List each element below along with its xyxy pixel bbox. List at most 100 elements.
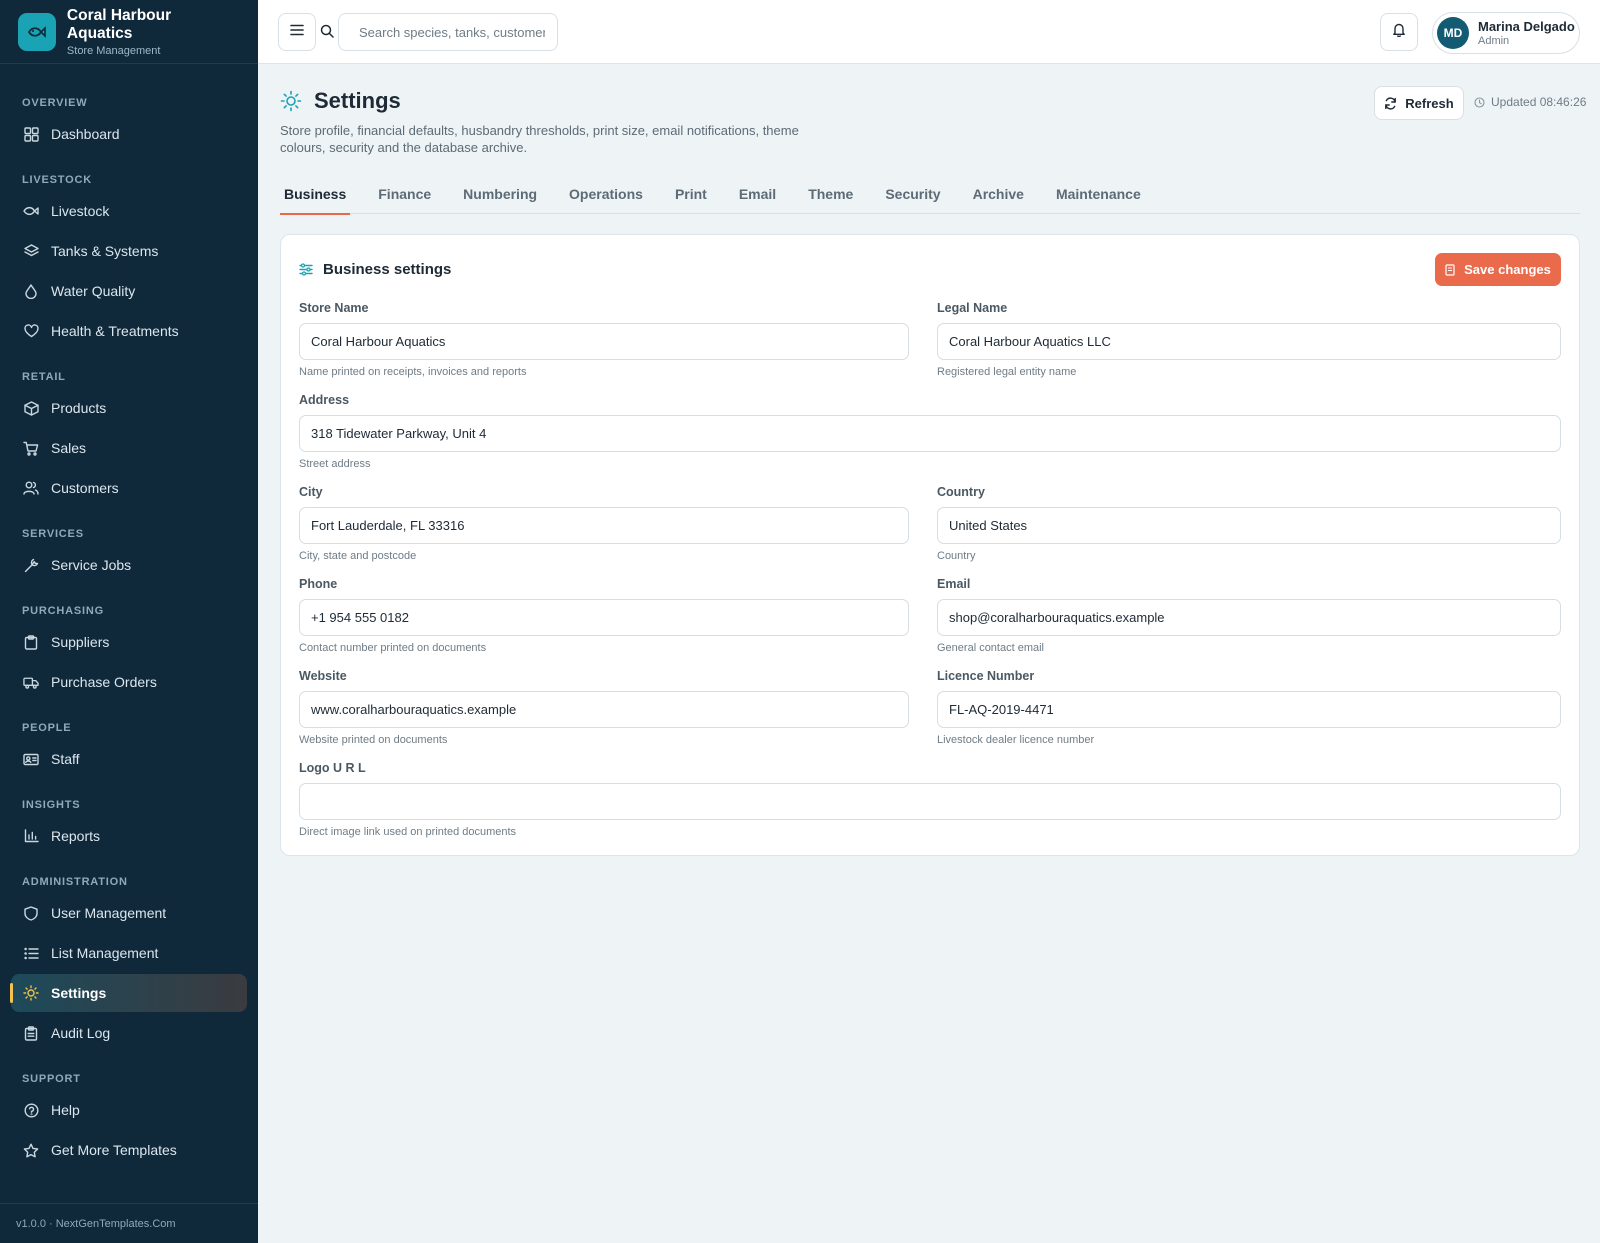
store-name-input[interactable] — [299, 323, 909, 360]
sidebar-item-label: Tanks & Systems — [51, 243, 159, 259]
logo-url-input[interactable] — [299, 783, 1561, 820]
tab-business[interactable]: Business — [280, 174, 351, 215]
phone-help: Contact number printed on documents — [299, 642, 487, 654]
store-name-help: Name printed on receipts, invoices and r… — [299, 366, 527, 378]
tab-print[interactable]: Print — [671, 174, 711, 214]
audit-clipboard-icon — [23, 1025, 39, 1041]
brand-subtitle: Store Management — [66, 44, 161, 57]
phone-input[interactable] — [299, 599, 909, 636]
user-menu[interactable]: MD Marina Delgado Admin — [1432, 12, 1580, 54]
city-label: City — [299, 485, 323, 499]
sidebar-item-tanks-and-systems[interactable]: Tanks & Systems — [11, 232, 247, 270]
legal-name-help: Registered legal entity name — [937, 366, 1077, 378]
search-icon — [320, 24, 334, 43]
droplet-icon — [23, 283, 39, 299]
address-input[interactable] — [299, 415, 1561, 452]
address-help: Street address — [299, 458, 371, 470]
tab-numbering[interactable]: Numbering — [459, 174, 541, 214]
sidebar-item-list-management[interactable]: List Management — [11, 934, 247, 972]
logo-url-label: Logo U R L — [299, 761, 366, 775]
tab-operations[interactable]: Operations — [565, 174, 647, 214]
updated-text: Updated 08:46:26 — [1491, 95, 1587, 109]
save-label: Save changes — [1464, 262, 1551, 277]
refresh-button[interactable]: Refresh — [1374, 86, 1464, 120]
sidebar-item-water-quality[interactable]: Water Quality — [11, 272, 247, 310]
star-icon — [23, 1142, 39, 1158]
city-field: City City, state and postcode — [299, 485, 909, 564]
tab-theme[interactable]: Theme — [804, 174, 857, 214]
tab-security[interactable]: Security — [881, 174, 944, 214]
updated-timestamp: Updated 08:46:26 — [1474, 95, 1586, 109]
sidebar-item-dashboard[interactable]: Dashboard — [11, 115, 247, 153]
search-input[interactable] — [338, 13, 558, 51]
page-description: Store profile, financial defaults, husba… — [280, 123, 799, 155]
sidebar-item-label: Settings — [51, 985, 107, 1001]
sidebar-item-reports[interactable]: Reports — [11, 817, 247, 855]
sidebar-item-products[interactable]: Products — [11, 389, 247, 427]
truck-icon — [23, 674, 39, 690]
users-icon — [23, 480, 39, 496]
sidebar-item-staff[interactable]: Staff — [11, 740, 247, 778]
dashboard-icon — [23, 126, 39, 142]
sidebar-item-suppliers[interactable]: Suppliers — [11, 623, 247, 661]
nav-group-retail: RETAIL — [22, 371, 66, 383]
email-help: General contact email — [937, 642, 1044, 654]
sidebar-item-sales[interactable]: Sales — [11, 429, 247, 467]
wrench-icon — [23, 557, 39, 573]
notifications-button[interactable] — [1380, 13, 1418, 51]
sidebar-item-get-more-templates[interactable]: Get More Templates — [11, 1131, 247, 1169]
sidebar-item-label: Audit Log — [51, 1025, 111, 1041]
phone-label: Phone — [299, 577, 338, 591]
logo-url-help: Direct image link used on printed docume… — [299, 826, 517, 838]
address-label: Address — [299, 393, 350, 407]
phone-field: Phone Contact number printed on document… — [299, 577, 909, 656]
sidebar-item-purchase-orders[interactable]: Purchase Orders — [11, 663, 247, 701]
tab-maintenance[interactable]: Maintenance — [1052, 174, 1145, 214]
logo-url-field: Logo U R L Direct image link used on pri… — [299, 761, 1561, 840]
sliders-icon — [299, 263, 313, 281]
sidebar-item-customers[interactable]: Customers — [11, 469, 247, 507]
sidebar-item-label: Service Jobs — [51, 557, 132, 573]
save-changes-button[interactable]: Save changes — [1435, 253, 1561, 286]
country-input[interactable] — [937, 507, 1561, 544]
clipboard-icon — [23, 634, 39, 650]
email-label: Email — [937, 577, 971, 591]
sidebar-item-livestock[interactable]: Livestock — [11, 192, 247, 230]
website-input[interactable] — [299, 691, 909, 728]
fish-icon — [23, 203, 39, 219]
brand: Coral Harbour Aquatics Store Management — [0, 0, 258, 64]
email-input[interactable] — [937, 599, 1561, 636]
nav-group-services: SERVICES — [22, 528, 84, 540]
nav-group-overview: OVERVIEW — [22, 97, 88, 109]
tab-archive[interactable]: Archive — [969, 174, 1028, 214]
avatar: MD — [1437, 17, 1469, 49]
sidebar-item-label: Purchase Orders — [51, 674, 157, 690]
bell-icon — [1392, 22, 1406, 42]
legal-name-label: Legal Name — [937, 301, 1008, 315]
list-icon — [23, 945, 39, 961]
website-label: Website — [299, 669, 347, 683]
city-input[interactable] — [299, 507, 909, 544]
licence-number-help: Livestock dealer licence number — [937, 734, 1095, 746]
nav-group-livestock: LIVESTOCK — [22, 174, 92, 186]
sidebar-item-label: Get More Templates — [51, 1142, 177, 1158]
sidebar-item-settings[interactable]: Settings — [10, 974, 247, 1012]
sidebar-item-user-management[interactable]: User Management — [11, 894, 247, 932]
sidebar-item-label: Sales — [51, 440, 87, 456]
shield-icon — [23, 905, 39, 921]
tab-finance[interactable]: Finance — [374, 174, 435, 214]
sidebar-item-health-and-treatments[interactable]: Health & Treatments — [11, 312, 247, 350]
licence-number-input[interactable] — [937, 691, 1561, 728]
sun-icon — [23, 985, 39, 1001]
menu-toggle-button[interactable] — [278, 13, 316, 51]
country-label: Country — [937, 485, 985, 499]
tab-email[interactable]: Email — [735, 174, 780, 214]
address-field: Address Street address — [299, 393, 1561, 472]
sidebar-item-help[interactable]: Help — [11, 1091, 247, 1129]
legal-name-input[interactable] — [937, 323, 1561, 360]
licence-number-label: Licence Number — [937, 669, 1035, 683]
sidebar-item-audit-log[interactable]: Audit Log — [11, 1014, 247, 1052]
website-field: Website Website printed on documents — [299, 669, 909, 748]
fish-logo-icon — [18, 12, 56, 51]
sidebar-item-service-jobs[interactable]: Service Jobs — [11, 546, 247, 584]
